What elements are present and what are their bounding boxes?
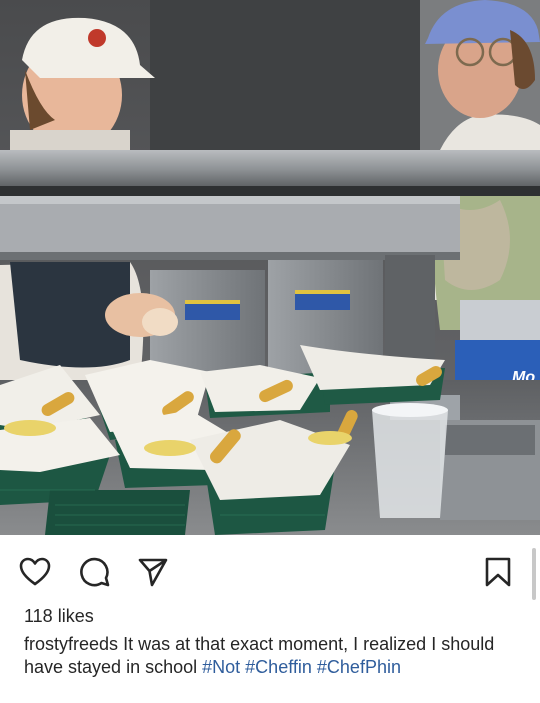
likes-count[interactable]: 118 likes bbox=[24, 606, 94, 627]
paper-plane-icon bbox=[138, 558, 168, 587]
post-caption: frostyfreeds It was at that exact moment… bbox=[24, 633, 524, 679]
post-actions-bar bbox=[0, 535, 540, 605]
hashtag-not[interactable]: #Not bbox=[202, 657, 240, 677]
caption-username[interactable]: frostyfreeds bbox=[24, 634, 118, 654]
speech-bubble-icon bbox=[80, 557, 110, 587]
kitchen-scene-image: Mo bbox=[0, 0, 540, 535]
bookmark-icon bbox=[485, 557, 511, 587]
save-button[interactable] bbox=[481, 555, 515, 589]
hashtag-cheffin[interactable]: #Cheffin bbox=[245, 657, 312, 677]
post-photo[interactable]: Mo bbox=[0, 0, 540, 535]
scrollbar[interactable] bbox=[532, 548, 536, 600]
hashtag-chefphin[interactable]: #ChefPhin bbox=[317, 657, 401, 677]
share-button[interactable] bbox=[136, 555, 170, 589]
heart-outline-icon bbox=[19, 557, 51, 586]
like-button[interactable] bbox=[18, 555, 52, 589]
comment-button[interactable] bbox=[78, 555, 112, 589]
